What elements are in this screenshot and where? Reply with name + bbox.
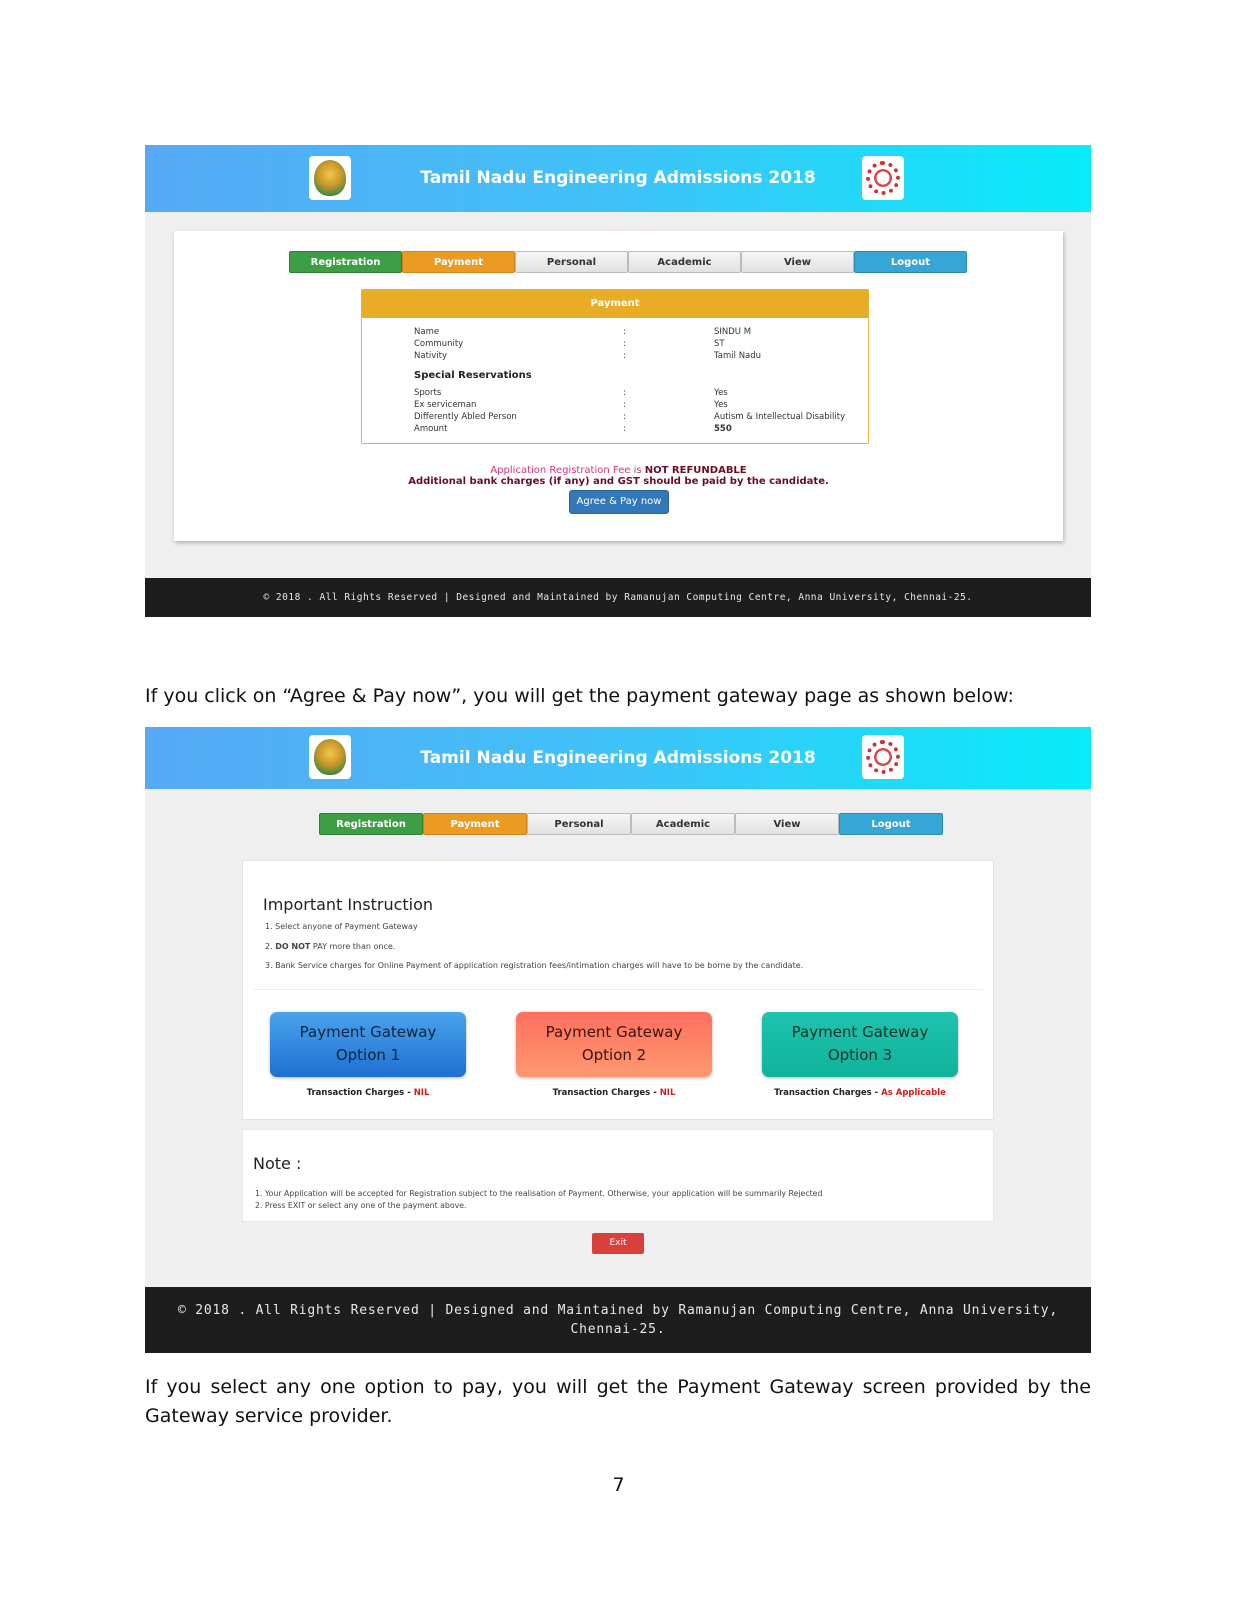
field-label: Ex serviceman — [414, 400, 477, 410]
tab-payment[interactable]: Payment — [402, 251, 515, 273]
closing-paragraph: If you select any one option to pay, you… — [145, 1376, 1091, 1427]
banner-title: Tamil Nadu Engineering Admissions 2018 — [420, 168, 816, 188]
payment-gateway-option-2-button[interactable]: Payment Gateway Option 2 — [516, 1012, 712, 1077]
agree-pay-button[interactable]: Agree & Pay now — [569, 490, 669, 514]
payment-gateway-option-3-button[interactable]: Payment Gateway Option 3 — [762, 1012, 958, 1077]
tab-payment[interactable]: Payment — [423, 813, 527, 835]
anna-university-gear-icon — [862, 156, 904, 200]
instruction-item: 2. DO NOT PAY more than once. — [265, 942, 396, 951]
tab-logout[interactable]: Logout — [839, 813, 943, 835]
tab-logout[interactable]: Logout — [854, 251, 967, 273]
field-value: SINDU M — [714, 327, 752, 337]
note-panel: Note : 1. Your Application will be accep… — [242, 1129, 994, 1222]
field-label: Amount — [414, 424, 448, 434]
field-label: Community — [414, 339, 464, 349]
payment-card: Registration Payment Personal Academic V… — [174, 231, 1063, 541]
field-value: Yes — [714, 400, 728, 410]
important-instruction-panel: Important Instruction 1. Select anyone o… — [242, 860, 994, 1120]
bank-charges-notice: Additional bank charges (if any) and GST… — [408, 476, 829, 487]
exit-button[interactable]: Exit — [592, 1233, 644, 1254]
transaction-charges-label: Transaction Charges - As Applicable — [774, 1088, 946, 1098]
transaction-charges-label: Transaction Charges - NIL — [552, 1088, 676, 1098]
note-item: 1. Your Application will be accepted for… — [255, 1189, 823, 1198]
instruction-paragraph: If you click on “Agree & Pay now”, you w… — [145, 685, 1014, 707]
footer-line: © 2018 . All Rights Reserved | Designed … — [178, 1303, 1058, 1318]
tab-academic[interactable]: Academic — [631, 813, 735, 835]
banner-title: Tamil Nadu Engineering Admissions 2018 — [420, 748, 816, 768]
tab-personal[interactable]: Personal — [515, 251, 628, 273]
footer: © 2018 . All Rights Reserved | Designed … — [145, 578, 1091, 617]
divider — [253, 989, 983, 990]
tab-registration[interactable]: Registration — [289, 251, 402, 273]
amount-value: 550 — [714, 424, 732, 434]
fee-notice: Application Registration Fee is NOT REFU… — [174, 465, 1063, 476]
transaction-charges-label: Transaction Charges - NIL — [306, 1088, 430, 1098]
special-reservations-heading: Special Reservations — [414, 370, 532, 381]
page-number: 7 — [612, 1474, 625, 1496]
payment-summary-box: Payment Name: SINDU M Community: ST Nativi… — [361, 289, 869, 444]
field-value: ST — [714, 339, 725, 349]
header-banner: Tamil Nadu Engineering Admissions 2018 — [145, 727, 1091, 789]
payment-confirmation-screenshot: Tamil Nadu Engineering Admissions 2018 R… — [145, 145, 1091, 617]
field-value: Yes — [714, 388, 728, 398]
fee-notice-text: Application Registration Fee is — [490, 465, 645, 476]
payment-box-title: Payment — [362, 290, 868, 318]
tab-personal[interactable]: Personal — [527, 813, 631, 835]
field-label: Sports — [414, 388, 442, 398]
instruction-item: 3. Bank Service charges for Online Payme… — [265, 961, 804, 970]
note-item: 2. Press EXIT or select any one of the p… — [255, 1201, 467, 1210]
tab-view[interactable]: View — [735, 813, 839, 835]
footer-line: Chennai-25. — [570, 1322, 666, 1337]
instruction-item: 1. Select anyone of Payment Gateway — [265, 922, 418, 931]
payment-gateway-screenshot: Tamil Nadu Engineering Admissions 2018 R… — [145, 727, 1091, 1353]
field-label: Nativity — [414, 351, 448, 361]
payment-gateway-option-1-button[interactable]: Payment Gateway Option 1 — [270, 1012, 466, 1077]
field-label: Differently Abled Person — [414, 412, 517, 422]
footer: © 2018 . All Rights Reserved | Designed … — [145, 1287, 1091, 1353]
field-value: Autism & Intellectual Disability — [714, 412, 846, 422]
tab-registration[interactable]: Registration — [319, 813, 423, 835]
not-refundable-text: NOT REFUNDABLE — [644, 465, 747, 476]
tab-view[interactable]: View — [741, 251, 854, 273]
field-label: Name — [414, 327, 440, 337]
nav-tabs: Registration Payment Personal Academic V… — [319, 813, 943, 835]
nav-tabs: Registration Payment Personal Academic V… — [289, 251, 967, 273]
anna-university-gear-icon — [862, 735, 904, 779]
tab-academic[interactable]: Academic — [628, 251, 741, 273]
instruction-title: Important Instruction — [263, 895, 434, 914]
note-title: Note : — [253, 1154, 302, 1173]
field-value: Tamil Nadu — [714, 351, 762, 361]
header-banner: Tamil Nadu Engineering Admissions 2018 — [145, 145, 1091, 212]
